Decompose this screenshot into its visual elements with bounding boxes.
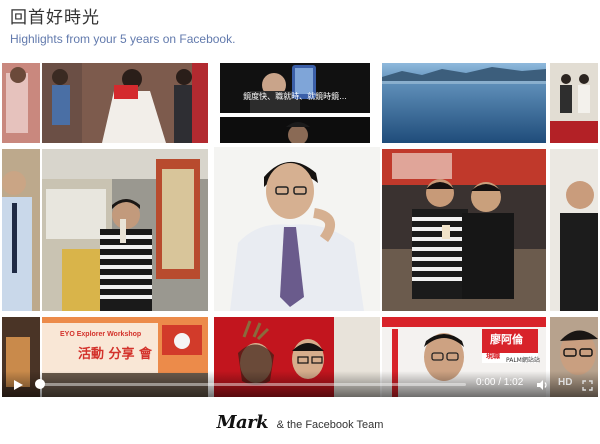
photo-tile-center-portrait [214,147,380,311]
photo-tile-man-left [2,149,40,311]
photo-tile-lake [382,63,546,143]
tv-sub-label: 現職 [486,352,500,360]
workshop-banner-title: 活動 分享 會 [78,347,153,362]
photo-tile-two-men [382,149,546,311]
photo-tile-video-still: 鏡度快、職就時、就鏡時鏡... [220,63,370,113]
page-header: 回首好時光 Highlights from your 5 years on Fa… [10,6,235,46]
video-controls: 0:00 / 1:02 HD [2,371,598,397]
page-title: 回首好時光 [10,8,100,28]
video-player[interactable]: 鏡度快、職就時、就鏡時鏡... EYO Explorer Workshop 活動… [2,63,598,397]
tv-name-label: 廖阿倫 [490,333,523,346]
progress-track[interactable] [36,383,466,386]
photo-tile-ceremony [550,63,598,143]
fullscreen-icon[interactable] [582,378,593,391]
photo-tile-street [42,149,208,311]
signature: Mark [216,412,269,433]
hd-button[interactable]: HD [558,377,572,388]
page-subtitle: Highlights from your 5 years on Facebook… [10,32,236,46]
progress-handle[interactable] [35,379,45,389]
photo-tile-wedding [2,63,40,143]
time-label: 0:00 / 1:02 [476,377,524,388]
workshop-banner-text: EYO Explorer Workshop [60,331,142,338]
footer-text: & the Facebook Team [276,419,384,431]
footer: Mark & the Facebook Team [0,412,600,433]
play-icon[interactable] [12,378,24,390]
photo-tile-dark-portrait [220,117,370,143]
video-caption: 鏡度快、職就時、就鏡時鏡... [243,92,347,101]
tv-side-label: PALM網站站 [506,357,540,364]
photo-tile-bride [42,63,208,143]
photo-tile-man-right [550,149,598,311]
volume-icon[interactable] [536,378,548,390]
